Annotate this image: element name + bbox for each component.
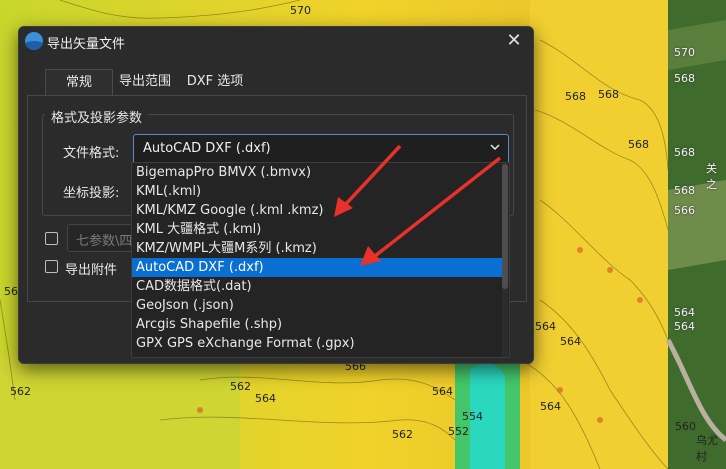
format-option-kml[interactable]: KML(.kml) bbox=[132, 182, 502, 201]
dialog-title: 导出矢量文件 bbox=[47, 37, 126, 52]
contour-label: 570 bbox=[674, 46, 695, 59]
seven-params-checkbox[interactable] bbox=[45, 232, 58, 245]
export-attachments-checkbox[interactable] bbox=[45, 260, 58, 273]
format-option-kmz-wmpl[interactable]: KMZ/WMPL大疆M系列 (.kmz) bbox=[132, 239, 502, 258]
village-label: 关之 bbox=[706, 162, 717, 191]
scrollbar-thumb[interactable] bbox=[502, 164, 508, 289]
format-option-kml-dji[interactable]: KML 大疆格式 (.kml) bbox=[132, 220, 502, 239]
chevron-down-icon bbox=[490, 144, 500, 151]
contour-label: 554 bbox=[462, 410, 483, 423]
format-option-shp[interactable]: Arcgis Shapefile (.shp) bbox=[132, 315, 502, 334]
tab-general[interactable]: 常规 bbox=[45, 69, 113, 96]
contour-label: 568 bbox=[674, 72, 695, 85]
file-format-select[interactable]: AutoCAD DXF (.dxf) bbox=[133, 134, 509, 164]
contour-label: 570 bbox=[290, 4, 311, 17]
format-option-dat[interactable]: CAD数据格式(.dat) bbox=[132, 277, 502, 296]
contour-label: 568 bbox=[674, 146, 695, 159]
close-icon[interactable]: ✕ bbox=[503, 30, 525, 52]
format-option-geojson[interactable]: GeoJson (.json) bbox=[132, 296, 502, 315]
format-option-kml-google[interactable]: KML/KMZ Google (.kml .kmz) bbox=[132, 201, 502, 220]
format-option-dxf[interactable]: AutoCAD DXF (.dxf) bbox=[132, 258, 502, 277]
contour-label: 564 bbox=[674, 320, 695, 333]
contour-label: 568 bbox=[598, 88, 619, 101]
file-format-value: AutoCAD DXF (.dxf) bbox=[143, 141, 271, 156]
contour-label: 564 bbox=[535, 320, 556, 333]
dialog-titlebar[interactable]: 导出矢量文件 ✕ bbox=[19, 27, 533, 55]
format-label: 文件格式: bbox=[63, 146, 120, 161]
contour-label: 562 bbox=[10, 385, 31, 398]
app-logo-icon bbox=[25, 32, 43, 50]
contour-label: 560 bbox=[675, 420, 696, 433]
file-format-dropdown[interactable]: BigemapPro BMVX (.bmvx) KML(.kml) KML/KM… bbox=[131, 162, 510, 358]
export-attachments-label: 导出附件 bbox=[65, 263, 118, 278]
tab-dxf-options[interactable]: DXF 选项 bbox=[179, 69, 251, 95]
contour-label: 552 bbox=[448, 425, 469, 438]
contour-label: 562 bbox=[392, 428, 413, 441]
contour-label: 564 bbox=[432, 385, 453, 398]
contour-label: 564 bbox=[255, 392, 276, 405]
tab-export-range[interactable]: 导出范围 bbox=[112, 69, 178, 95]
contour-label: 566 bbox=[674, 204, 695, 217]
seven-params-input[interactable]: 七参数\四 bbox=[67, 224, 139, 252]
contour-label: 564 bbox=[560, 335, 581, 348]
seven-params-placeholder: 七参数\四 bbox=[76, 234, 133, 249]
format-option-gpx[interactable]: GPX GPS eXchange Format (.gpx) bbox=[132, 334, 502, 353]
dropdown-scrollbar[interactable] bbox=[502, 163, 508, 357]
contour-label: 562 bbox=[230, 380, 251, 393]
contour-label: 564 bbox=[674, 306, 695, 319]
contour-label: 568 bbox=[674, 184, 695, 197]
contour-label: 568 bbox=[565, 90, 586, 103]
contour-label: 568 bbox=[628, 138, 649, 151]
projection-label: 坐标投影: bbox=[63, 186, 120, 201]
group-title: 格式及投影参数 bbox=[45, 107, 149, 126]
contour-label: 564 bbox=[540, 400, 561, 413]
village-label: 乌尤村 bbox=[696, 434, 718, 463]
format-option-bmvx[interactable]: BigemapPro BMVX (.bmvx) bbox=[132, 163, 502, 182]
